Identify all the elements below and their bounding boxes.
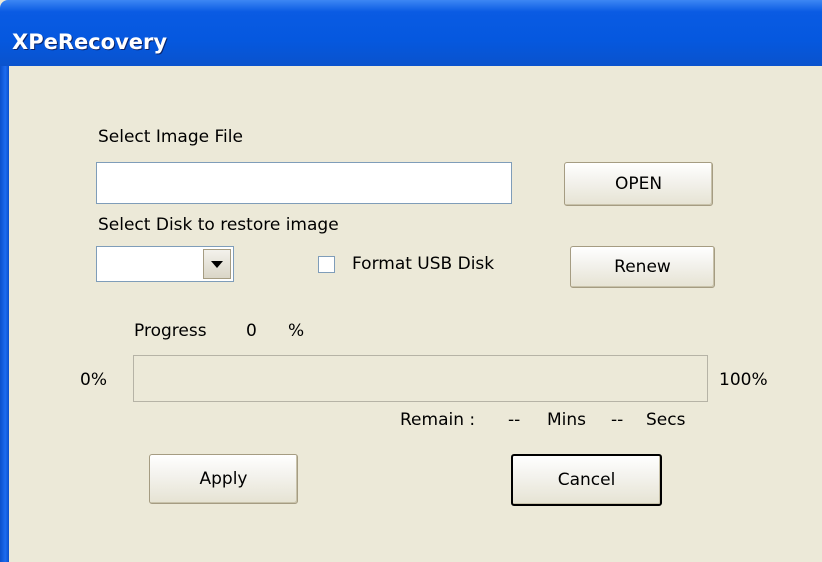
open-button[interactable]: OPEN <box>564 162 713 206</box>
progress-min-label: 0% <box>80 370 107 390</box>
format-usb-checkbox[interactable] <box>318 256 335 273</box>
cancel-button[interactable]: Cancel <box>511 454 662 506</box>
disk-select[interactable] <box>96 246 234 282</box>
window-left-border <box>0 66 9 562</box>
dropdown-arrow-button[interactable] <box>203 249 231 279</box>
renew-button[interactable]: Renew <box>570 246 715 288</box>
select-disk-label: Select Disk to restore image <box>98 215 339 235</box>
progress-bar <box>133 355 708 402</box>
select-image-file-label: Select Image File <box>98 127 243 147</box>
progress-label: Progress <box>134 321 207 341</box>
format-usb-label: Format USB Disk <box>352 254 495 274</box>
image-file-path-input[interactable] <box>96 162 512 204</box>
xperecovery-window: XPeRecovery Select Image File OPEN Selec… <box>0 0 822 562</box>
progress-value: 0 <box>246 321 257 341</box>
remain-secs-value: -- <box>611 410 624 430</box>
progress-max-label: 100% <box>719 370 768 390</box>
remain-label: Remain : <box>400 410 476 430</box>
remain-secs-label: Secs <box>646 410 686 430</box>
apply-button[interactable]: Apply <box>149 454 298 504</box>
remain-mins-label: Mins <box>547 410 587 430</box>
chevron-down-icon <box>211 260 223 268</box>
remain-mins-value: -- <box>508 410 521 430</box>
title-bar[interactable]: XPeRecovery <box>0 0 822 66</box>
progress-unit: % <box>288 321 305 341</box>
window-title: XPeRecovery <box>12 30 168 54</box>
